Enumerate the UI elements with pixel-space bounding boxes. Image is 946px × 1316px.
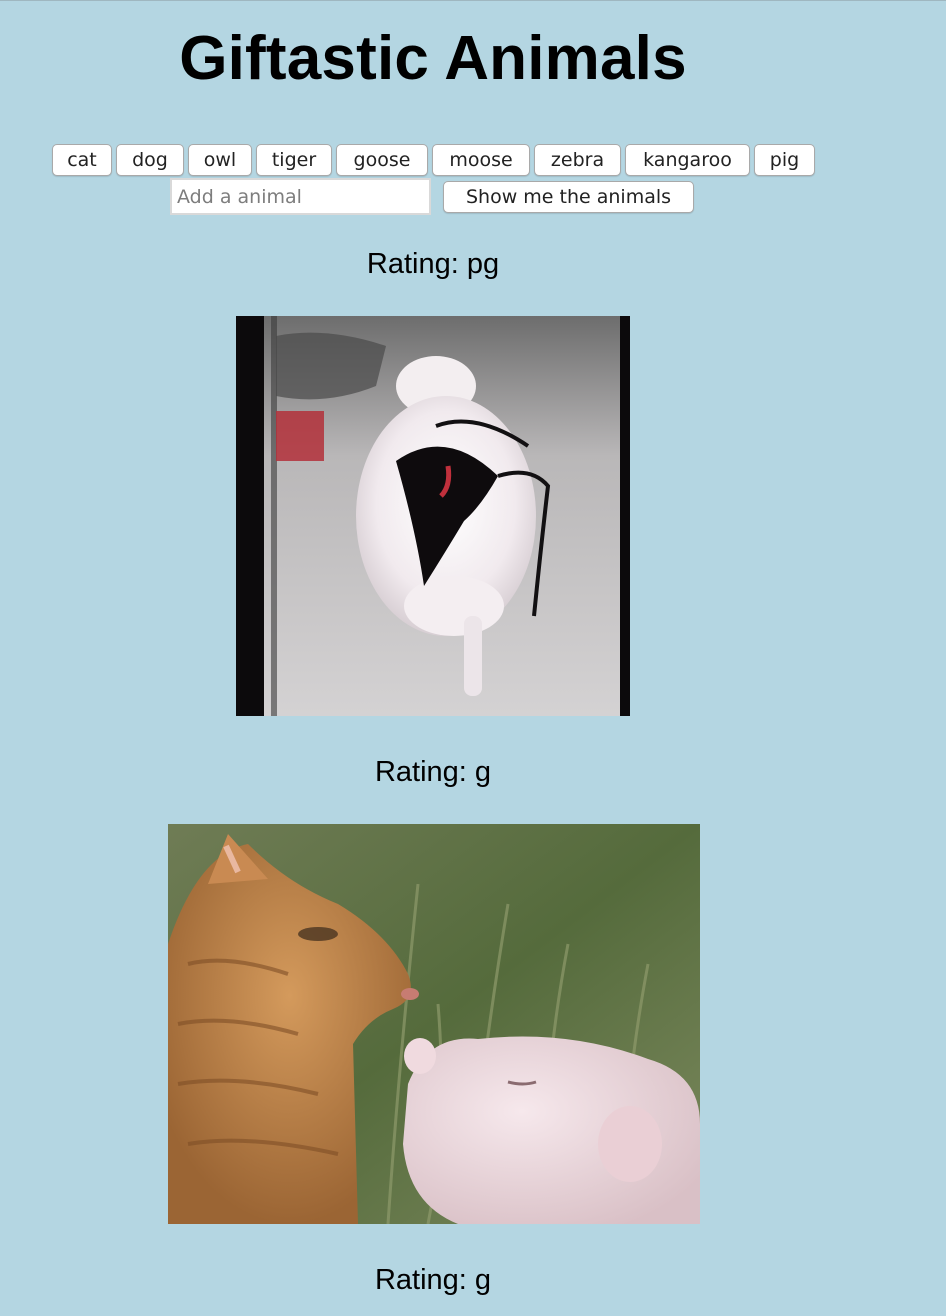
gif-rating-1: Rating: pg [366,248,500,280]
page-title: Giftastic Animals [179,24,687,93]
cat-and-piglet-gif[interactable] [168,824,700,1224]
animal-button-pig[interactable]: pig [754,144,815,176]
animal-button-tiger[interactable]: tiger [256,144,332,176]
pig-in-bikini-gif[interactable] [236,316,630,716]
add-animal-input[interactable] [170,178,431,215]
animal-button-kangaroo[interactable]: kangaroo [625,144,750,176]
page: Giftastic Animals cat dog owl tiger goos… [0,0,946,1316]
animal-button-zebra[interactable]: zebra [534,144,621,176]
animal-button-owl[interactable]: owl [188,144,252,176]
animal-button-dog[interactable]: dog [116,144,184,176]
gif-rating-2: Rating: g [374,756,492,788]
show-animals-button[interactable]: Show me the animals [443,181,694,213]
gif-rating-3: Rating: g [374,1264,492,1296]
animal-button-moose[interactable]: moose [432,144,530,176]
animal-button-goose[interactable]: goose [336,144,428,176]
animal-button-cat[interactable]: cat [52,144,112,176]
